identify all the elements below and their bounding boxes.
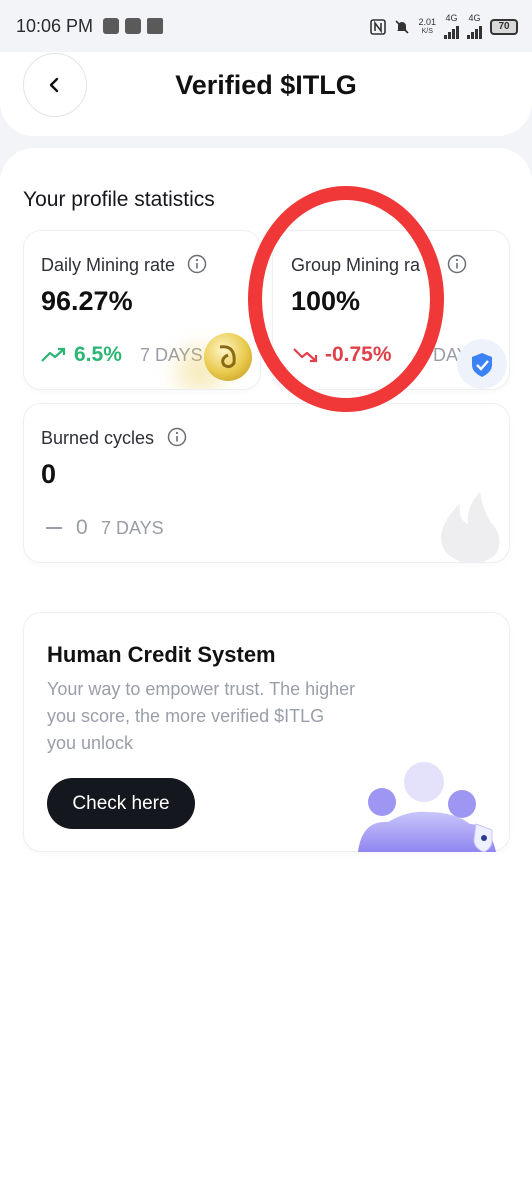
section-title: Your profile statistics bbox=[23, 188, 215, 211]
bell-muted-icon bbox=[395, 19, 410, 34]
notification-icon bbox=[125, 18, 142, 34]
coin-logo-icon bbox=[219, 345, 236, 369]
burned-cycles-label: Burned cycles bbox=[41, 428, 155, 448]
battery-level: 70 bbox=[498, 21, 510, 32]
header: Verified $ITLG bbox=[0, 52, 532, 136]
shield-icon bbox=[472, 353, 492, 377]
daily-mining-change: 6.5% bbox=[74, 343, 122, 366]
status-bar: 10:06 PM 2.01 K/S 4G 4G 70 bbox=[0, 0, 532, 52]
burned-cycles-value: 0 bbox=[41, 459, 57, 489]
people-group-icon bbox=[358, 762, 496, 852]
burned-cycles-period: 7 DAYS bbox=[101, 518, 164, 538]
net-speed: 2.01 K/S bbox=[418, 16, 436, 36]
network-type-1: 4G bbox=[445, 13, 458, 23]
battery-icon: 70 bbox=[490, 18, 518, 35]
trend-up-icon bbox=[41, 347, 66, 362]
notification-icon bbox=[103, 18, 120, 34]
red-annotation-circle bbox=[248, 186, 444, 412]
flame-icon bbox=[441, 492, 500, 562]
group-shield-illustration bbox=[457, 339, 507, 389]
signal-bars-icon bbox=[467, 23, 482, 39]
page-title: Verified $ITLG bbox=[175, 70, 357, 100]
daily-mining-card[interactable]: Daily Mining rate 96.27% 6.5% 7 DAYS bbox=[23, 230, 261, 390]
app-notification-icon bbox=[147, 18, 164, 34]
info-icon[interactable] bbox=[167, 427, 187, 447]
status-time: 10:06 PM bbox=[16, 15, 94, 36]
network-type-2: 4G bbox=[468, 13, 481, 23]
coin-illustration bbox=[204, 333, 252, 381]
human-credit-description: Your way to empower trust. The higher yo… bbox=[47, 679, 356, 753]
daily-mining-period: 7 DAYS bbox=[140, 345, 203, 365]
check-here-button[interactable]: Check here bbox=[47, 778, 195, 829]
signal-1: 4G bbox=[444, 14, 459, 39]
info-icon[interactable] bbox=[187, 254, 207, 274]
header-card: Verified $ITLG bbox=[0, 52, 532, 136]
burned-cycles-change: 0 bbox=[76, 516, 88, 539]
daily-mining-value: 96.27% bbox=[41, 286, 133, 316]
burned-cycles-card[interactable]: Burned cycles 0 0 7 DAYS bbox=[23, 403, 510, 563]
status-icons: 2.01 K/S 4G 4G 70 bbox=[370, 14, 518, 39]
people-illustration bbox=[358, 760, 508, 852]
net-speed-value: 2.01 bbox=[418, 16, 436, 27]
signal-bars-icon bbox=[444, 23, 459, 39]
net-speed-unit: K/S bbox=[421, 27, 433, 35]
nfc-icon bbox=[370, 18, 387, 35]
human-credit-title: Human Credit System bbox=[47, 642, 276, 667]
daily-mining-label: Daily Mining rate bbox=[41, 255, 176, 275]
signal-2: 4G bbox=[467, 14, 482, 39]
trend-flat-icon bbox=[46, 527, 62, 529]
info-icon[interactable] bbox=[447, 254, 467, 274]
